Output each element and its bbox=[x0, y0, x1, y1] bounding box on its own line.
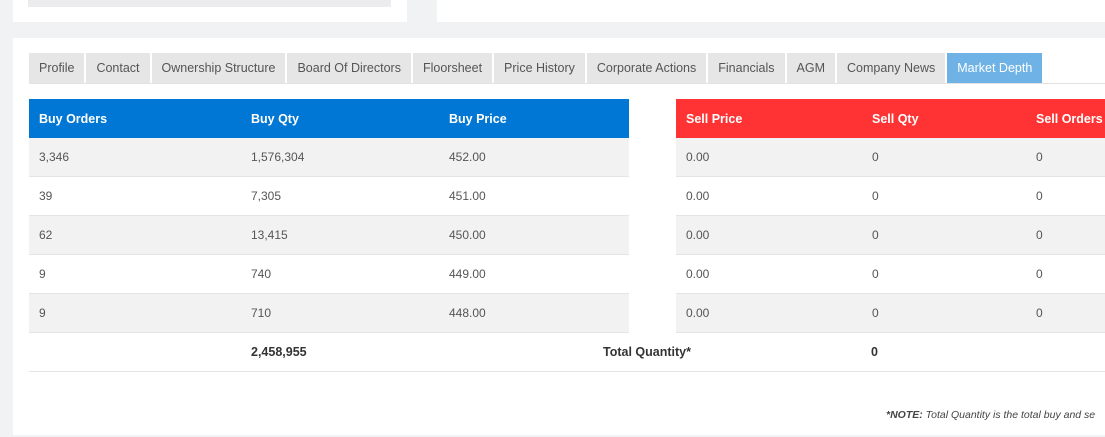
buy-price-cell: 449.00 bbox=[449, 267, 486, 281]
tab-floorsheet[interactable]: Floorsheet bbox=[412, 53, 493, 83]
sell-orders-cell: 0 bbox=[1036, 150, 1043, 164]
sell-orders-cell: 0 bbox=[1036, 189, 1043, 203]
buy-orders-table: Buy Orders Buy Qty Buy Price 3,346 1,576… bbox=[29, 99, 629, 333]
note-prefix: *NOTE: bbox=[886, 409, 923, 421]
buy-price-cell: 452.00 bbox=[449, 150, 486, 164]
tab-financials[interactable]: Financials bbox=[708, 53, 785, 83]
sell-price-cell: 0.00 bbox=[686, 306, 710, 320]
table-row: 9 740 449.00 bbox=[29, 255, 629, 294]
table-row: 9 710 448.00 bbox=[29, 294, 629, 333]
sell-qty-cell: 0 bbox=[872, 150, 879, 164]
tab-ownership-structure[interactable]: Ownership Structure bbox=[151, 53, 286, 83]
buy-price-cell: 450.00 bbox=[449, 228, 486, 242]
sell-qty-cell: 0 bbox=[872, 267, 879, 281]
sell-qty-header: Sell Qty bbox=[872, 111, 919, 126]
tab-profile[interactable]: Profile bbox=[29, 53, 85, 83]
sell-orders-table: Sell Price Sell Qty Sell Orders 0.00 0 0… bbox=[676, 99, 1105, 333]
sell-header-row: Sell Price Sell Qty Sell Orders bbox=[676, 99, 1105, 138]
tab-corporate-actions[interactable]: Corporate Actions bbox=[586, 53, 707, 83]
buy-qty-cell: 1,576,304 bbox=[251, 150, 305, 164]
top-left-card bbox=[13, 0, 407, 22]
buy-orders-cell: 39 bbox=[39, 189, 53, 203]
sell-price-cell: 0.00 bbox=[686, 150, 710, 164]
tab-company-news[interactable]: Company News bbox=[837, 53, 946, 83]
company-tabs: Profile Contact Ownership Structure Boar… bbox=[29, 53, 1044, 83]
tab-board-of-directors[interactable]: Board Of Directors bbox=[287, 53, 411, 83]
tabs-divider bbox=[29, 83, 1105, 84]
sell-orders-cell: 0 bbox=[1036, 228, 1043, 242]
buy-qty-cell: 740 bbox=[251, 267, 272, 281]
total-buy-qty: 2,458,955 bbox=[251, 345, 307, 359]
buy-orders-cell: 3,346 bbox=[39, 150, 70, 164]
buy-orders-cell: 9 bbox=[39, 306, 46, 320]
table-row: 0.00 0 0 bbox=[676, 216, 1105, 255]
note-text: Total Quantity is the total buy and se bbox=[925, 409, 1096, 421]
table-row: 3,346 1,576,304 452.00 bbox=[29, 138, 629, 177]
sell-price-cell: 0.00 bbox=[686, 267, 710, 281]
table-row: 62 13,415 450.00 bbox=[29, 216, 629, 255]
top-right-card bbox=[437, 0, 1105, 22]
sell-orders-cell: 0 bbox=[1036, 267, 1043, 281]
sell-price-cell: 0.00 bbox=[686, 228, 710, 242]
buy-qty-header: Buy Qty bbox=[251, 111, 299, 126]
total-quantity-note: *NOTE: Total Quantity is the total buy a… bbox=[886, 409, 1095, 421]
sell-orders-header: Sell Orders bbox=[1036, 111, 1103, 126]
buy-qty-cell: 7,305 bbox=[251, 189, 282, 203]
buy-orders-cell: 9 bbox=[39, 267, 46, 281]
market-depth-card: Profile Contact Ownership Structure Boar… bbox=[13, 38, 1105, 435]
buy-qty-cell: 13,415 bbox=[251, 228, 288, 242]
buy-orders-cell: 62 bbox=[39, 228, 53, 242]
table-row: 0.00 0 0 bbox=[676, 294, 1105, 333]
top-left-card-field bbox=[28, 0, 391, 7]
table-row: 0.00 0 0 bbox=[676, 255, 1105, 294]
table-row: 0.00 0 0 bbox=[676, 138, 1105, 177]
tab-agm[interactable]: AGM bbox=[786, 53, 836, 83]
tab-contact[interactable]: Contact bbox=[86, 53, 150, 83]
sell-price-cell: 0.00 bbox=[686, 189, 710, 203]
total-quantity-label: Total Quantity* bbox=[603, 345, 691, 359]
buy-price-cell: 448.00 bbox=[449, 306, 486, 320]
tab-price-history[interactable]: Price History bbox=[494, 53, 585, 83]
buy-qty-cell: 710 bbox=[251, 306, 272, 320]
table-row: 0.00 0 0 bbox=[676, 177, 1105, 216]
buy-price-header: Buy Price bbox=[449, 111, 507, 126]
total-sell-qty: 0 bbox=[871, 345, 878, 359]
buy-orders-header: Buy Orders bbox=[39, 111, 108, 126]
buy-header-row: Buy Orders Buy Qty Buy Price bbox=[29, 99, 629, 138]
sell-qty-cell: 0 bbox=[872, 306, 879, 320]
sell-price-header: Sell Price bbox=[686, 111, 743, 126]
total-quantity-row: 2,458,955 Total Quantity* 0 bbox=[29, 333, 1105, 372]
table-row: 39 7,305 451.00 bbox=[29, 177, 629, 216]
sell-orders-cell: 0 bbox=[1036, 306, 1043, 320]
sell-qty-cell: 0 bbox=[872, 228, 879, 242]
buy-price-cell: 451.00 bbox=[449, 189, 486, 203]
sell-qty-cell: 0 bbox=[872, 189, 879, 203]
tab-market-depth[interactable]: Market Depth bbox=[947, 53, 1043, 83]
